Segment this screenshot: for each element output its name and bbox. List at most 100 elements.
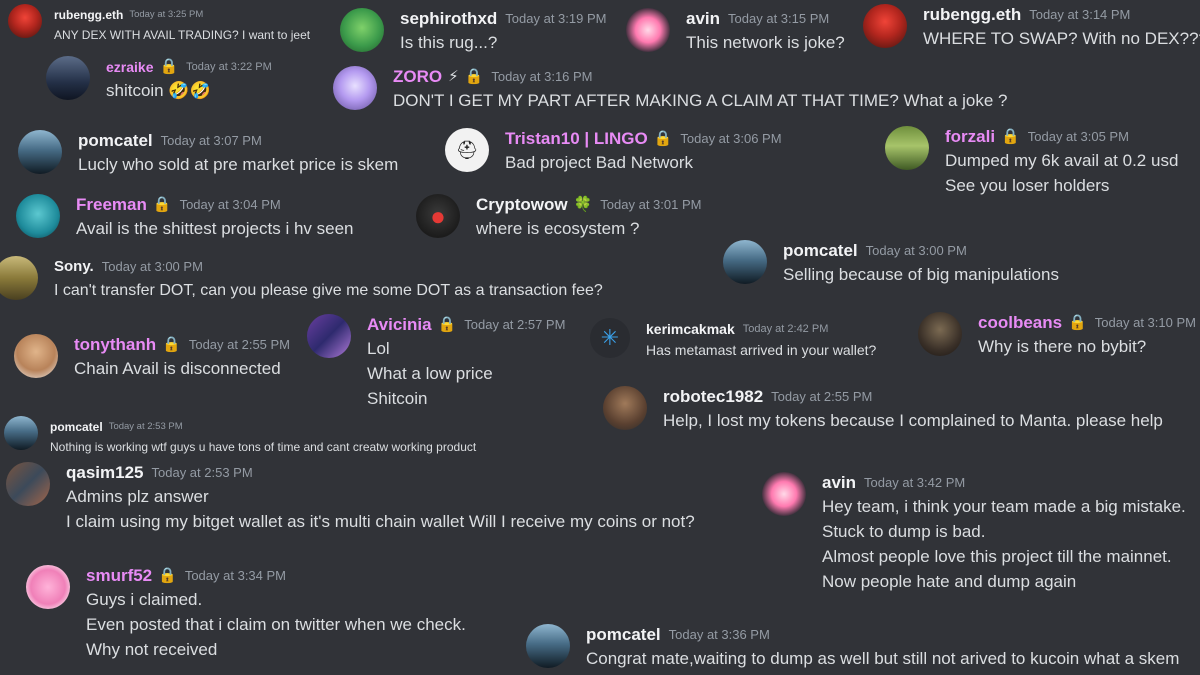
message-forzali: forzali 🔒 Today at 3:05 PM Dumped my 6k av… — [885, 126, 1178, 198]
message-freeman: Freeman 🔒 Today at 3:04 PM Avail is the sh… — [16, 194, 354, 241]
message-text: Selling because of big manipulations — [783, 265, 1059, 284]
message-text: Almost people love this project till the… — [822, 547, 1172, 566]
username[interactable]: coolbeans — [978, 312, 1062, 334]
timestamp: Today at 3:36 PM — [668, 627, 770, 642]
message-text: shitcoin 🤣🤣 — [106, 81, 211, 100]
message-text: where is ecosystem ? — [476, 219, 640, 238]
avatar[interactable] — [626, 8, 670, 52]
message-text: Lol — [367, 339, 390, 358]
lock-icon: 🔒 — [152, 196, 172, 213]
avatar[interactable] — [762, 472, 806, 516]
message-text: Hey team, i think your team made a big m… — [822, 497, 1186, 516]
username[interactable]: avin — [822, 472, 856, 494]
avatar[interactable]: ⛑ — [445, 128, 489, 172]
message-text: Dumped my 6k avail at 0.2 usd — [945, 151, 1179, 170]
timestamp: Today at 3:42 PM — [864, 475, 966, 490]
avatar[interactable] — [14, 334, 58, 378]
message-text: I claim using my bitget wallet as it's m… — [66, 512, 695, 531]
username[interactable]: sephirothxd — [400, 8, 497, 30]
message-text: This network is joke? — [686, 33, 845, 52]
timestamp: Today at 3:00 PM — [865, 243, 967, 258]
username[interactable]: Avicinia — [367, 314, 432, 336]
timestamp: Today at 3:01 PM — [600, 197, 702, 212]
bolt-icon: ⚡ — [448, 68, 459, 85]
timestamp: Today at 3:22 PM — [186, 61, 272, 73]
message-sephirothxd: sephirothxd Today at 3:19 PM Is this rug.… — [340, 8, 606, 55]
avatar[interactable] — [603, 386, 647, 430]
username[interactable]: kerimcakmak — [646, 318, 735, 340]
message-tonythanh: tonythanh 🔒 Today at 2:55 PM Chain Avail i… — [14, 334, 290, 381]
message-pomcatel-3: pomcatel Today at 2:53 PM Nothing is work… — [4, 416, 476, 456]
message-zoro: ZORO ⚡ 🔒 Today at 3:16 PM DON'T I GET MY PA… — [333, 66, 1007, 113]
avatar[interactable] — [333, 66, 377, 110]
username[interactable]: pomcatel — [586, 624, 661, 646]
message-text: What a low price — [367, 364, 493, 383]
timestamp: Today at 3:05 PM — [1027, 129, 1129, 144]
avatar[interactable] — [526, 624, 570, 668]
message-pomcatel-4: pomcatel Today at 3:36 PM Congrat mate,wa… — [526, 624, 1179, 671]
avatar[interactable] — [918, 312, 962, 356]
timestamp: Today at 3:04 PM — [179, 197, 281, 212]
avatar[interactable] — [885, 126, 929, 170]
username[interactable]: Freeman — [76, 194, 147, 216]
message-sony: Sony. Today at 3:00 PM I can't transfer D… — [0, 256, 603, 303]
avatar[interactable] — [340, 8, 384, 52]
message-text: ANY DEX WITH AVAIL TRADING? I want to je… — [54, 28, 311, 42]
username[interactable]: pomcatel — [78, 130, 153, 152]
timestamp: Today at 2:55 PM — [771, 389, 873, 404]
helmet-icon: ⛑ — [455, 139, 479, 160]
avatar[interactable]: ✳ — [590, 318, 630, 358]
avatar[interactable] — [863, 4, 907, 48]
message-text: Has metamast arrived in your wallet? — [646, 342, 877, 358]
username[interactable]: rubengg.eth — [923, 4, 1021, 26]
message-text: Guys i claimed. — [86, 590, 203, 609]
avatar[interactable] — [723, 240, 767, 284]
message-tristan10: ⛑ Tristan10 | LINGO 🔒 Today at 3:06 PM Bad… — [445, 128, 782, 175]
username[interactable]: rubengg.eth — [54, 4, 123, 26]
username[interactable]: pomcatel — [50, 416, 103, 438]
lock-icon: 🔒 — [159, 58, 179, 75]
username[interactable]: qasim125 — [66, 462, 144, 484]
message-text: Even posted that i claim on twitter when… — [86, 615, 466, 634]
username[interactable]: Cryptowow — [476, 194, 568, 216]
timestamp: Today at 2:42 PM — [742, 323, 829, 335]
message-text: Shitcoin — [367, 389, 428, 408]
username[interactable]: forzali — [945, 126, 995, 148]
message-pomcatel-1: pomcatel Today at 3:07 PM Lucly who sold … — [18, 130, 398, 177]
username[interactable]: Tristan10 | LINGO — [505, 128, 648, 150]
message-text: DON'T I GET MY PART AFTER MAKING A CLAIM… — [393, 91, 1008, 110]
message-text: I can't transfer DOT, can you please giv… — [54, 282, 603, 299]
avatar[interactable] — [18, 130, 62, 174]
timestamp: Today at 3:10 PM — [1094, 315, 1196, 330]
username[interactable]: pomcatel — [783, 240, 858, 262]
username[interactable]: Sony. — [54, 256, 94, 278]
message-qasim125: qasim125 Today at 2:53 PM Admins plz answ… — [6, 462, 695, 534]
message-rubengg-2: rubengg.eth Today at 3:14 PM WHERE TO SWA… — [863, 4, 1200, 51]
username[interactable]: avin — [686, 8, 720, 30]
avatar[interactable] — [6, 462, 50, 506]
username[interactable]: robotec1982 — [663, 386, 763, 408]
avatar[interactable] — [46, 56, 90, 100]
avatar[interactable] — [4, 416, 38, 450]
timestamp: Today at 2:53 PM — [151, 465, 253, 480]
timestamp: Today at 3:19 PM — [505, 11, 607, 26]
message-text: Lucly who sold at pre market price is sk… — [78, 155, 399, 174]
username[interactable]: tonythanh — [74, 334, 156, 356]
avatar[interactable] — [16, 194, 60, 238]
timestamp: Today at 2:55 PM — [188, 337, 291, 352]
avatar[interactable]: ● — [416, 194, 460, 238]
avatar[interactable] — [0, 256, 38, 300]
message-text: Help, I lost my tokens because I complai… — [663, 411, 1163, 430]
lock-icon: 🔒 — [1001, 128, 1020, 145]
avatar[interactable] — [26, 565, 70, 609]
username[interactable]: ZORO — [393, 66, 442, 88]
username[interactable]: smurf52 — [86, 565, 152, 587]
message-text: Chain Avail is disconnected — [74, 359, 281, 378]
avatar[interactable] — [8, 4, 42, 38]
avatar[interactable] — [307, 314, 351, 358]
timestamp: Today at 3:15 PM — [728, 11, 830, 26]
message-text: Congrat mate,waiting to dump as well but… — [586, 649, 1180, 668]
lock-icon: 🔒 — [437, 316, 457, 333]
username[interactable]: ezraike — [106, 56, 153, 78]
message-robotec1982: robotec1982 Today at 2:55 PM Help, I lost… — [603, 386, 1163, 433]
